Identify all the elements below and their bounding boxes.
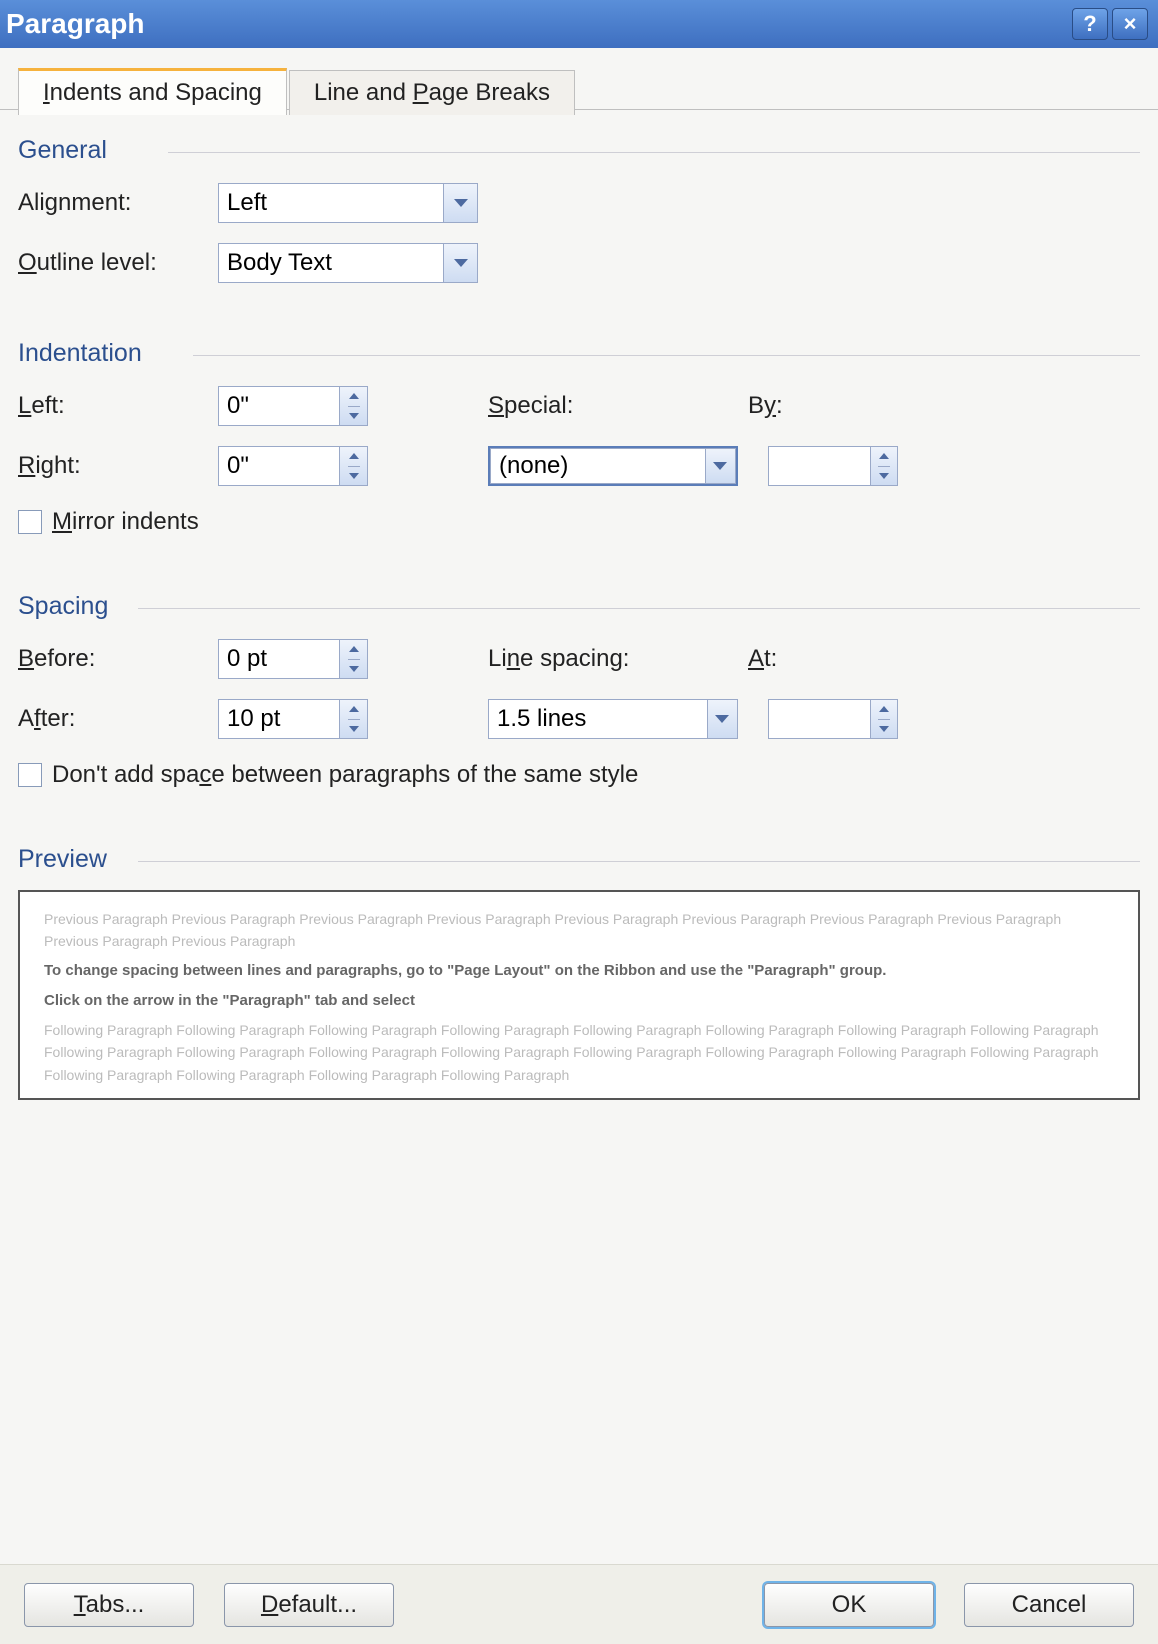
before-value[interactable]: [218, 639, 339, 679]
chevron-down-icon[interactable]: [348, 467, 360, 486]
at-label: At:: [748, 645, 918, 673]
special-combo[interactable]: [488, 446, 738, 486]
button-label: Tabs...: [74, 1591, 145, 1619]
spinner-buttons[interactable]: [339, 446, 368, 486]
chevron-up-icon[interactable]: [348, 640, 360, 660]
close-button[interactable]: ×: [1112, 8, 1148, 40]
tab-label: Line and Page Breaks: [314, 79, 550, 106]
group-title-general: General: [18, 136, 117, 165]
chevron-down-icon[interactable]: [443, 243, 478, 283]
chevron-up-icon[interactable]: [348, 387, 360, 407]
chevron-up-icon[interactable]: [878, 447, 890, 467]
dont-add-space-row: Don't add space between paragraphs of th…: [18, 761, 1140, 789]
chevron-down-icon[interactable]: [348, 407, 360, 426]
mirror-indents-label: Mirror indents: [52, 508, 199, 536]
group-title-spacing: Spacing: [18, 592, 118, 621]
preview-sample-line-1: To change spacing between lines and para…: [44, 959, 1114, 983]
window-title: Paragraph: [6, 8, 1068, 40]
preview-next-text: Following Paragraph Following Paragraph …: [44, 1019, 1114, 1086]
special-value[interactable]: [490, 448, 705, 484]
group-preview: Preview Previous Paragraph Previous Para…: [18, 845, 1140, 1100]
by-label: By:: [748, 392, 918, 420]
tabs-button[interactable]: Tabs...: [24, 1583, 194, 1627]
spinner-buttons[interactable]: [339, 386, 368, 426]
mirror-indents-checkbox[interactable]: [18, 510, 42, 534]
preview-prev-text: Previous Paragraph Previous Paragraph Pr…: [44, 908, 1114, 953]
tab-label: Indents and Spacing: [43, 79, 262, 106]
button-label: Cancel: [1012, 1591, 1087, 1619]
help-button[interactable]: ?: [1072, 8, 1108, 40]
indent-left-value[interactable]: [218, 386, 339, 426]
tab-bar: Indents and Spacing Line and Page Breaks: [18, 68, 1140, 115]
chevron-down-icon[interactable]: [707, 699, 738, 739]
by-value[interactable]: [768, 446, 870, 486]
chevron-down-icon[interactable]: [443, 183, 478, 223]
spinner-buttons[interactable]: [339, 639, 368, 679]
tab-indents-spacing[interactable]: Indents and Spacing: [18, 68, 287, 115]
outline-level-value[interactable]: [218, 243, 443, 283]
special-label: Special:: [488, 392, 748, 420]
indent-left-spinner[interactable]: [218, 386, 368, 426]
after-value[interactable]: [218, 699, 339, 739]
group-spacing: Spacing Before: Line spacing: At: After:: [18, 592, 1140, 789]
dont-add-space-checkbox[interactable]: [18, 763, 42, 787]
chevron-down-icon[interactable]: [878, 720, 890, 739]
cancel-button[interactable]: Cancel: [964, 1583, 1134, 1627]
default-button[interactable]: Default...: [224, 1583, 394, 1627]
group-general: General Alignment: Outline level:: [18, 136, 1140, 283]
mirror-indents-row: Mirror indents: [18, 508, 1140, 536]
outline-level-combo[interactable]: [218, 243, 478, 283]
after-spinner[interactable]: [218, 699, 368, 739]
by-spinner[interactable]: [768, 446, 898, 486]
group-title-indentation: Indentation: [18, 339, 152, 368]
preview-box: Previous Paragraph Previous Paragraph Pr…: [18, 890, 1140, 1100]
indent-right-value[interactable]: [218, 446, 339, 486]
group-title-preview: Preview: [18, 845, 117, 874]
group-indentation: Indentation Left: Special: By: Right:: [18, 339, 1140, 536]
before-label: Before:: [18, 645, 218, 673]
indent-right-spinner[interactable]: [218, 446, 368, 486]
spinner-buttons[interactable]: [339, 699, 368, 739]
alignment-value[interactable]: [218, 183, 443, 223]
indent-left-label: Left:: [18, 392, 218, 420]
chevron-down-icon[interactable]: [878, 467, 890, 486]
alignment-label: Alignment:: [18, 189, 218, 217]
line-spacing-value[interactable]: [488, 699, 707, 739]
chevron-down-icon[interactable]: [348, 720, 360, 739]
dialog-body: Indents and Spacing Line and Page Breaks…: [0, 48, 1158, 1564]
line-spacing-label: Line spacing:: [488, 645, 748, 673]
spinner-buttons[interactable]: [870, 446, 898, 486]
titlebar: Paragraph ? ×: [0, 0, 1158, 48]
button-label: Default...: [261, 1591, 357, 1619]
button-label: OK: [832, 1591, 867, 1619]
after-label: After:: [18, 705, 218, 733]
line-spacing-combo[interactable]: [488, 699, 738, 739]
tab-line-page-breaks[interactable]: Line and Page Breaks: [289, 70, 575, 115]
at-value[interactable]: [768, 699, 870, 739]
spinner-buttons[interactable]: [870, 699, 898, 739]
outline-level-label: Outline level:: [18, 249, 218, 277]
chevron-up-icon[interactable]: [348, 447, 360, 467]
at-spinner[interactable]: [768, 699, 898, 739]
preview-sample-line-2: Click on the arrow in the "Paragraph" ta…: [44, 989, 1114, 1013]
chevron-up-icon[interactable]: [348, 700, 360, 720]
chevron-down-icon[interactable]: [348, 660, 360, 679]
dialog-footer: Tabs... Default... OK Cancel: [0, 1564, 1158, 1644]
indent-right-label: Right:: [18, 452, 218, 480]
alignment-combo[interactable]: [218, 183, 478, 223]
ok-button[interactable]: OK: [764, 1583, 934, 1627]
dont-add-space-label: Don't add space between paragraphs of th…: [52, 761, 638, 789]
chevron-down-icon[interactable]: [705, 448, 736, 484]
chevron-up-icon[interactable]: [878, 700, 890, 720]
before-spinner[interactable]: [218, 639, 368, 679]
